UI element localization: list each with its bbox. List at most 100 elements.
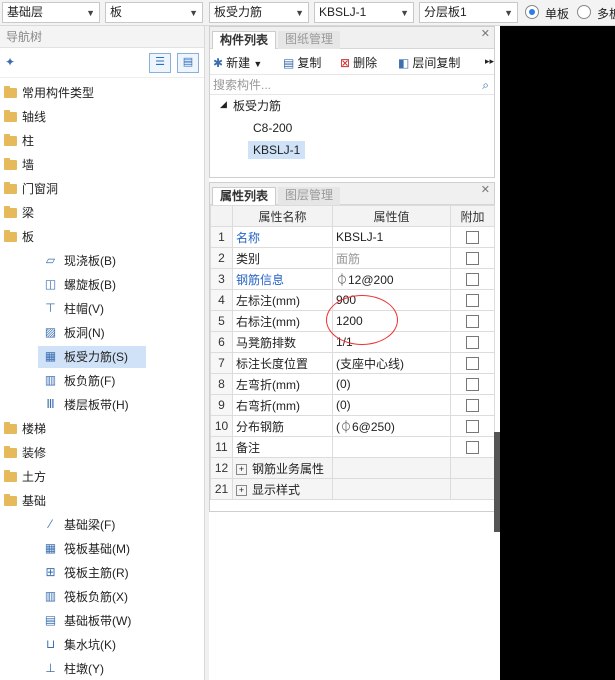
property-value[interactable]: (0)	[332, 373, 451, 395]
nav-item-label: 螺旋板(B)	[64, 278, 116, 292]
tab-property-list[interactable]: 属性列表	[212, 187, 277, 205]
extra-checkbox[interactable]	[466, 357, 479, 371]
component-select[interactable]: KBSLJ-1 ▼	[314, 2, 414, 23]
property-value[interactable]: 面筋	[332, 247, 451, 269]
nav-item-foundation-beam[interactable]: ⁄ 基础梁(F)	[0, 514, 204, 536]
table-row[interactable]: 3 钢筋信息 ⏀12@200	[210, 268, 495, 290]
nav-item-column-cap[interactable]: ⊤ 柱帽(V)	[0, 298, 204, 320]
table-row[interactable]: 8 左弯折(mm) (0)	[210, 373, 495, 395]
nav-item-stairs[interactable]: 楼梯	[0, 418, 204, 440]
floor-copy-label: 层间复制	[412, 56, 461, 70]
nav-item-cast-slab[interactable]: ▱ 现浇板(B)	[0, 250, 204, 272]
component-item[interactable]: C8-200	[253, 121, 292, 135]
extra-checkbox[interactable]	[466, 441, 479, 455]
search-icon[interactable]: ⌕	[482, 75, 489, 95]
type-select[interactable]: 板受力筋 ▼	[209, 2, 309, 23]
extra-checkbox[interactable]	[466, 420, 479, 434]
copy-label: 复制	[297, 56, 322, 70]
nav-item-slab[interactable]: 板	[0, 226, 204, 248]
table-row[interactable]: 12 + 钢筋业务属性	[210, 457, 495, 479]
collapse-arrow-icon[interactable]: ◢	[220, 99, 227, 110]
tab-component-list[interactable]: 构件列表	[212, 31, 277, 49]
nav-item-sump-pit[interactable]: ⊔ 集水坑(K)	[0, 634, 204, 656]
extra-checkbox[interactable]	[466, 336, 479, 350]
property-value[interactable]: (支座中心线)	[332, 352, 451, 374]
tab-drawing-management[interactable]: 图纸管理	[278, 31, 341, 49]
new-button[interactable]: ✱ 新建 ▼	[213, 54, 262, 71]
nav-item-common-types[interactable]: 常用构件类型	[0, 82, 204, 104]
nav-toolbar: ✦ ☰ ▤	[0, 48, 204, 78]
table-row[interactable]: 11 备注	[210, 436, 495, 458]
row-number: 9	[210, 394, 233, 416]
nav-item-raft-main-rebar[interactable]: ⊞ 筏板主筋(R)	[0, 562, 204, 584]
nav-item-floor-slab-band[interactable]: Ⅲ 楼层板带(H)	[0, 394, 204, 416]
nav-item-foundation[interactable]: 基础	[0, 490, 204, 512]
property-group-cell[interactable]: + 显示样式	[232, 478, 333, 500]
nav-item-label: 土方	[22, 470, 47, 484]
delete-button[interactable]: ⊠ 删除	[340, 54, 377, 71]
nav-item-foundation-band[interactable]: ▤ 基础板带(W)	[0, 610, 204, 632]
nav-item-slab-neg-rebar[interactable]: ▥ 板负筋(F)	[0, 370, 204, 392]
nav-item-slab-main-rebar[interactable]: ▦ 板受力筋(S)	[38, 346, 146, 368]
table-row[interactable]: 7 标注长度位置 (支座中心线)	[210, 352, 495, 374]
list-view-icon[interactable]: ☰	[149, 53, 171, 73]
extra-checkbox[interactable]	[466, 399, 479, 413]
property-name: 类别	[232, 247, 333, 269]
layer-select[interactable]: 分层板1 ▼	[419, 2, 518, 23]
cast-slab-icon: ▱	[45, 253, 56, 267]
property-panel-tabs: 属性列表 图层管理 ✕	[210, 183, 494, 205]
extra-checkbox[interactable]	[466, 378, 479, 392]
extra-checkbox[interactable]	[466, 252, 479, 266]
expand-plus-icon[interactable]: +	[236, 463, 247, 475]
table-row[interactable]: 21 + 显示样式	[210, 478, 495, 500]
nav-item-raft-foundation[interactable]: ▦ 筏板基础(M)	[0, 538, 204, 560]
nav-item-label: 柱帽(V)	[64, 302, 104, 316]
property-value[interactable]: (⏀6@250)	[332, 415, 451, 437]
expand-all-icon[interactable]: ✦	[5, 55, 15, 69]
multi-board-radio[interactable]	[577, 5, 591, 19]
table-row[interactable]: 10 分布钢筋 (⏀6@250)	[210, 415, 495, 437]
property-value[interactable]: (0)	[332, 394, 451, 416]
nav-item-wall[interactable]: 墙	[0, 154, 204, 176]
category-select[interactable]: 板 ▼	[105, 2, 203, 23]
nav-item-opening[interactable]: 门窗洞	[0, 178, 204, 200]
close-icon[interactable]: ✕	[481, 27, 490, 40]
nav-item-column[interactable]: 柱	[0, 130, 204, 152]
table-row[interactable]: 1 名称 KBSLJ-1	[210, 226, 495, 248]
nav-item-raft-neg-rebar[interactable]: ▥ 筏板负筋(X)	[0, 586, 204, 608]
nav-item-earthwork[interactable]: 土方	[0, 466, 204, 488]
extra-checkbox[interactable]	[466, 315, 479, 329]
single-board-radio[interactable]	[525, 5, 539, 19]
property-value[interactable]: ⏀12@200	[332, 268, 451, 290]
floor-select[interactable]: 基础层 ▼	[2, 2, 100, 23]
component-item-selected[interactable]: KBSLJ-1	[248, 141, 306, 159]
more-icon[interactable]: ▸▸	[485, 56, 494, 67]
drawing-canvas[interactable]	[500, 26, 615, 680]
tab-layer-management[interactable]: 图层管理	[278, 187, 341, 205]
floor-copy-button[interactable]: ◧ 层间复制	[398, 54, 460, 71]
component-tree-root[interactable]: 板受力筋	[233, 97, 281, 114]
canvas-side-handle[interactable]	[494, 432, 500, 532]
detail-view-icon[interactable]: ▤	[177, 53, 199, 73]
extra-checkbox[interactable]	[466, 231, 479, 245]
component-search-input[interactable]: 搜索构件... ⌕	[210, 75, 494, 95]
expand-plus-icon[interactable]: +	[236, 484, 247, 496]
nav-item-column-pier[interactable]: ⊥ 柱墩(Y)	[0, 658, 204, 680]
property-group-cell[interactable]: + 钢筋业务属性	[232, 457, 333, 479]
nav-item-beam[interactable]: 梁	[0, 202, 204, 224]
table-row[interactable]: 9 右弯折(mm) (0)	[210, 394, 495, 416]
nav-item-decoration[interactable]: 装修	[0, 442, 204, 464]
folder-icon	[4, 470, 17, 482]
property-value[interactable]: KBSLJ-1	[332, 226, 451, 248]
property-value[interactable]	[332, 436, 451, 458]
extra-checkbox[interactable]	[466, 273, 479, 287]
property-name: 马凳筋排数	[232, 331, 333, 353]
copy-button[interactable]: ▤ 复制	[283, 54, 321, 71]
close-icon[interactable]: ✕	[481, 183, 490, 196]
nav-item-slab-hole[interactable]: ▨ 板洞(N)	[0, 322, 204, 344]
nav-item-axis[interactable]: 轴线	[0, 106, 204, 128]
extra-checkbox[interactable]	[466, 294, 479, 308]
table-row[interactable]: 2 类别 面筋	[210, 247, 495, 269]
nav-item-spiral-slab[interactable]: ◫ 螺旋板(B)	[0, 274, 204, 296]
sump-pit-icon: ⊔	[45, 637, 56, 651]
